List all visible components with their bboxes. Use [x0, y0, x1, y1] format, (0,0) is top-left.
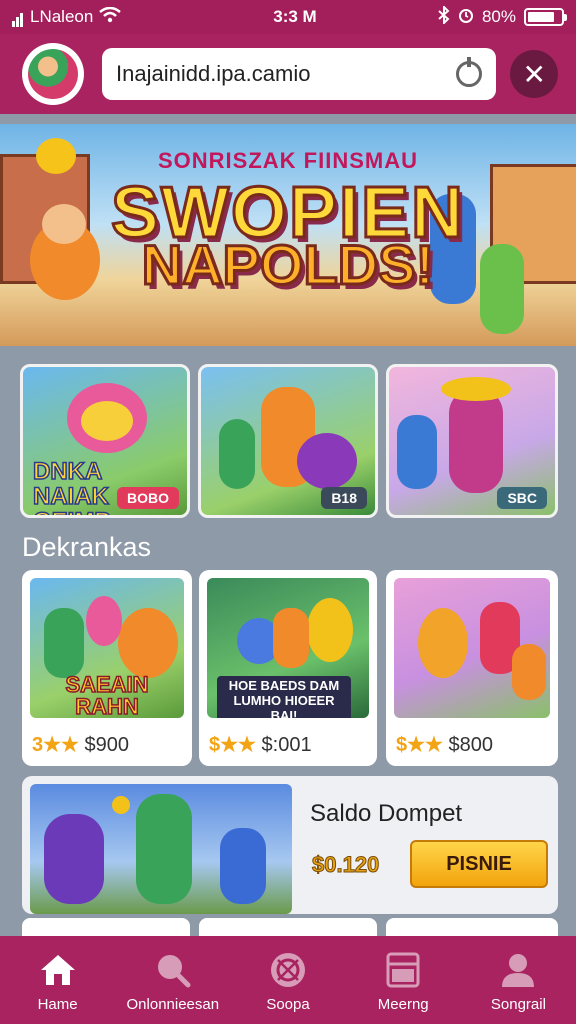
status-bar: LNaleon 3:3 M 80%: [0, 0, 576, 34]
game-card-title: SAEAIN RAHN EMKIES: [64, 672, 150, 718]
rating-stars: 3★★: [32, 734, 79, 756]
game-card[interactable]: HOE BAEDS DAM LUMHO HIOEER BAI! $★★ $:00…: [199, 570, 377, 766]
girl-character: [449, 389, 503, 493]
fox-character: [418, 608, 468, 678]
nav-item-search[interactable]: Onlonnieesan: [115, 936, 230, 1024]
kid-character: [219, 419, 255, 489]
cat-face: [81, 401, 133, 441]
wifi-icon: [99, 6, 122, 28]
game-tile-3[interactable]: SBC: [386, 364, 558, 518]
coin-icon: [112, 796, 130, 814]
boy-character: [273, 608, 309, 668]
nav-item-profile[interactable]: Songrail: [461, 936, 576, 1024]
price-value: $800: [448, 734, 494, 756]
nav-item-sports[interactable]: Soopa: [230, 936, 345, 1024]
kid-character: [44, 608, 84, 678]
clock: 3:3 M: [273, 7, 317, 26]
search-icon: [153, 950, 193, 990]
alarm-icon: [458, 7, 474, 28]
wallet-card: Saldo Dompet $0.120 PISNIE: [22, 776, 558, 914]
game-tile-1[interactable]: DNKA NAIAK GEIMP BOBO: [20, 364, 190, 518]
game-tag[interactable]: SBC: [497, 487, 547, 509]
reload-icon[interactable]: [456, 57, 483, 87]
purple-creature: [44, 814, 104, 904]
wizard-character: [307, 598, 353, 662]
bottom-navigation: Hame Onlonnieesan Soopa Meerng Songrail: [0, 936, 576, 1024]
nav-label: Soopa: [266, 996, 310, 1013]
green-hero-character: [136, 794, 192, 904]
wallet-balance: $0.120: [311, 852, 380, 878]
game-card-title: HOE BAEDS DAM LUMHO HIOEER BAI!: [217, 676, 351, 718]
game-card[interactable]: $★★ $800: [386, 570, 558, 766]
avatar[interactable]: [22, 43, 84, 105]
bluetooth-icon: [438, 4, 450, 29]
game-card-image: [394, 578, 550, 718]
close-button[interactable]: ✕: [510, 50, 558, 98]
price-value: $:001: [261, 734, 312, 756]
nav-item-messages[interactable]: Meerng: [346, 936, 461, 1024]
nav-label: Meerng: [377, 996, 429, 1013]
game-tile-2[interactable]: B18: [198, 364, 378, 518]
hat-icon: [441, 377, 511, 401]
rating-stars: $★★: [209, 734, 256, 756]
battery-icon: [524, 8, 567, 26]
game-price: 3★★ $900: [32, 732, 129, 757]
battery-percent: 80%: [481, 7, 516, 26]
cat-character: [118, 608, 178, 678]
nav-item-home[interactable]: Hame: [0, 936, 115, 1024]
nav-label: Songrail: [490, 996, 546, 1013]
game-card[interactable]: SAEAIN RAHN EMKIES 3★★ $900: [22, 570, 192, 766]
boy-character: [397, 415, 437, 489]
message-icon: [383, 950, 423, 990]
rating-stars: $★★: [396, 734, 443, 756]
close-icon: ✕: [522, 58, 546, 90]
purple-creature: [297, 433, 357, 489]
wallet-image: [30, 784, 292, 914]
browser-toolbar: Inajainidd.ipa.camio ✕: [0, 34, 576, 114]
pink-creature: [86, 596, 122, 646]
wallet-action-button[interactable]: PISNIE: [410, 840, 548, 888]
carrier-label: LNaleon: [30, 7, 94, 26]
hero-title-line2: NAPOLDS!: [140, 232, 435, 298]
home-icon: [38, 950, 78, 990]
ball-icon: [268, 950, 308, 990]
girl-character: [512, 644, 546, 700]
game-price: $★★ $800: [396, 732, 493, 757]
url-text[interactable]: Inajainidd.ipa.camio: [116, 61, 456, 87]
price-value: $900: [84, 734, 130, 756]
nav-label: Hame: [37, 996, 78, 1013]
blue-creature: [220, 828, 266, 904]
game-tag[interactable]: BOBO: [117, 487, 179, 509]
url-bar[interactable]: Inajainidd.ipa.camio: [102, 48, 497, 100]
signal-icon: [12, 7, 24, 27]
game-price: $★★ $:001: [209, 732, 312, 757]
section-title: Dekrankas: [22, 532, 152, 562]
game-tag[interactable]: B18: [321, 487, 367, 509]
profile-icon: [498, 950, 538, 990]
game-card-image: HOE BAEDS DAM LUMHO HIOEER BAI!: [207, 578, 369, 718]
avatar-image: [28, 49, 78, 99]
wallet-title: Saldo Dompet: [310, 800, 463, 827]
hero-subtitle: SONRISZAK FIINSMAU: [158, 148, 418, 173]
game-card-image: SAEAIN RAHN EMKIES: [30, 578, 184, 718]
nav-label: Onlonnieesan: [126, 996, 220, 1013]
